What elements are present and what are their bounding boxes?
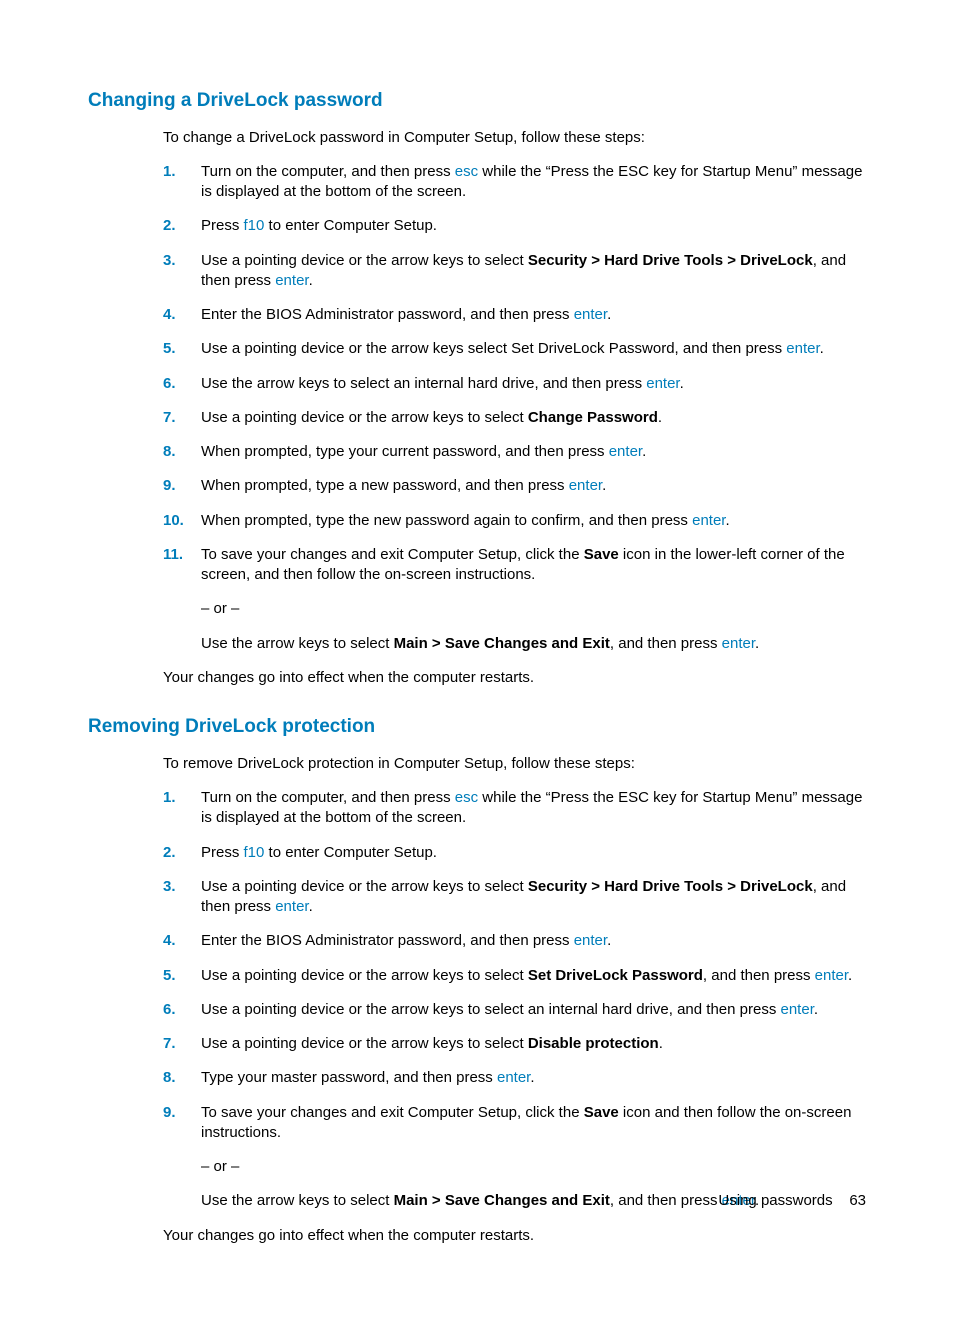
step-item: 11. To save your changes and exit Comput… <box>163 545 866 654</box>
key-enter: enter <box>574 932 607 949</box>
step-text: Turn on the computer, and then press esc… <box>201 788 866 829</box>
key-enter: enter <box>692 512 725 529</box>
step-number: 4. <box>163 305 201 325</box>
key-enter: enter <box>275 272 308 289</box>
key-enter: enter <box>609 443 642 460</box>
step-item: 7. Use a pointing device or the arrow ke… <box>163 1034 866 1054</box>
key-enter: enter <box>646 375 679 392</box>
key-f10: f10 <box>244 844 265 861</box>
step-text: Use a pointing device or the arrow keys … <box>201 877 866 918</box>
step-number: 5. <box>163 339 201 359</box>
step-text: Type your master password, and then pres… <box>201 1068 866 1088</box>
step-number: 5. <box>163 966 201 986</box>
step-number: 9. <box>163 476 201 496</box>
step-number: 2. <box>163 216 201 236</box>
step-text: Use a pointing device or the arrow keys … <box>201 1000 866 1020</box>
key-enter: enter <box>569 477 602 494</box>
step-text: Press f10 to enter Computer Setup. <box>201 843 866 863</box>
menu-item: Set DriveLock Password <box>528 967 703 984</box>
step-number: 11. <box>163 545 201 654</box>
step-number: 7. <box>163 1034 201 1054</box>
step-item: 10. When prompted, type the new password… <box>163 511 866 531</box>
or-separator: – or – <box>201 1157 866 1177</box>
key-enter: enter <box>722 635 755 652</box>
steps-list-changing: 1. Turn on the computer, and then press … <box>163 162 866 654</box>
step-item: 7. Use a pointing device or the arrow ke… <box>163 408 866 428</box>
step-number: 3. <box>163 877 201 918</box>
menu-path: Main > Save Changes and Exit <box>394 635 610 652</box>
step-text: When prompted, type your current passwor… <box>201 442 866 462</box>
key-esc: esc <box>455 789 478 806</box>
step-number: 4. <box>163 931 201 951</box>
step-item: 6. Use the arrow keys to select an inter… <box>163 374 866 394</box>
step-number: 1. <box>163 162 201 203</box>
step-text: Use a pointing device or the arrow keys … <box>201 1034 866 1054</box>
step-item: 2. Press f10 to enter Computer Setup. <box>163 843 866 863</box>
step-number: 1. <box>163 788 201 829</box>
step-text: Use the arrow keys to select an internal… <box>201 374 866 394</box>
step-text: Turn on the computer, and then press esc… <box>201 162 866 203</box>
step-item: 1. Turn on the computer, and then press … <box>163 788 866 829</box>
heading-removing-drivelock-protection: Removing DriveLock protection <box>88 714 866 740</box>
step-item: 5. Use a pointing device or the arrow ke… <box>163 966 866 986</box>
steps-list-removing: 1. Turn on the computer, and then press … <box>163 788 866 1212</box>
closing-text: Your changes go into effect when the com… <box>163 668 866 688</box>
menu-path: Main > Save Changes and Exit <box>394 1192 610 1209</box>
step-text: Press f10 to enter Computer Setup. <box>201 216 866 236</box>
heading-changing-drivelock-password: Changing a DriveLock password <box>88 88 866 114</box>
step-item: 4. Enter the BIOS Administrator password… <box>163 931 866 951</box>
key-esc: esc <box>455 163 478 180</box>
step-item: 2. Press f10 to enter Computer Setup. <box>163 216 866 236</box>
step-number: 6. <box>163 1000 201 1020</box>
step-text: Use a pointing device or the arrow keys … <box>201 408 866 428</box>
step-item: 3. Use a pointing device or the arrow ke… <box>163 251 866 292</box>
page-number: 63 <box>849 1192 866 1209</box>
key-enter: enter <box>781 1001 814 1018</box>
step-number: 2. <box>163 843 201 863</box>
step-item: 6. Use a pointing device or the arrow ke… <box>163 1000 866 1020</box>
intro-text: To remove DriveLock protection in Comput… <box>163 754 866 774</box>
step-text: When prompted, type the new password aga… <box>201 511 866 531</box>
menu-path: Security > Hard Drive Tools > DriveLock <box>528 878 813 895</box>
step-number: 7. <box>163 408 201 428</box>
or-separator: – or – <box>201 599 866 619</box>
step-number: 8. <box>163 1068 201 1088</box>
step-item: 8. Type your master password, and then p… <box>163 1068 866 1088</box>
save-label: Save <box>584 546 619 563</box>
step-text: Use a pointing device or the arrow keys … <box>201 339 866 359</box>
step-item: 5. Use a pointing device or the arrow ke… <box>163 339 866 359</box>
intro-text: To change a DriveLock password in Comput… <box>163 128 866 148</box>
step-number: 6. <box>163 374 201 394</box>
step-item: 3. Use a pointing device or the arrow ke… <box>163 877 866 918</box>
step-item: 8. When prompted, type your current pass… <box>163 442 866 462</box>
step-item: 1. Turn on the computer, and then press … <box>163 162 866 203</box>
menu-path: Security > Hard Drive Tools > DriveLock <box>528 252 813 269</box>
key-enter: enter <box>275 898 308 915</box>
step-text: To save your changes and exit Computer S… <box>201 545 866 654</box>
step-text: Enter the BIOS Administrator password, a… <box>201 305 866 325</box>
key-enter: enter <box>574 306 607 323</box>
page-footer: Using passwords 63 <box>718 1191 866 1211</box>
step-number: 8. <box>163 442 201 462</box>
step-item: 4. Enter the BIOS Administrator password… <box>163 305 866 325</box>
footer-label: Using passwords <box>718 1192 832 1209</box>
step-text: When prompted, type a new password, and … <box>201 476 866 496</box>
step-number: 3. <box>163 251 201 292</box>
menu-item: Change Password <box>528 409 658 426</box>
step-text: Use a pointing device or the arrow keys … <box>201 966 866 986</box>
menu-item: Disable protection <box>528 1035 659 1052</box>
key-enter: enter <box>786 340 819 357</box>
key-f10: f10 <box>244 217 265 234</box>
key-enter: enter <box>497 1069 530 1086</box>
step-number: 9. <box>163 1103 201 1212</box>
step-item: 9. When prompted, type a new password, a… <box>163 476 866 496</box>
key-enter: enter <box>815 967 848 984</box>
closing-text: Your changes go into effect when the com… <box>163 1226 866 1246</box>
step-text: Use a pointing device or the arrow keys … <box>201 251 866 292</box>
step-number: 10. <box>163 511 201 531</box>
save-label: Save <box>584 1104 619 1121</box>
step-text: Enter the BIOS Administrator password, a… <box>201 931 866 951</box>
